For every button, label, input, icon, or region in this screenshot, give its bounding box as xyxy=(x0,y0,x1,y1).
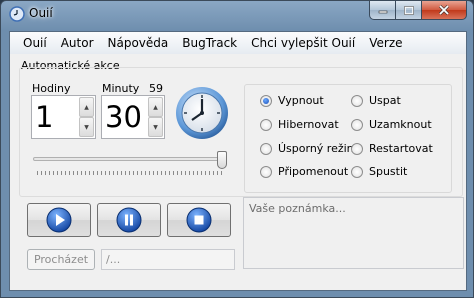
slider-track xyxy=(33,157,227,161)
minimize-button[interactable] xyxy=(369,1,396,20)
path-value: /... xyxy=(106,253,121,266)
hours-value: 1 xyxy=(35,100,54,134)
clock-icon xyxy=(176,87,228,139)
arrow-up-icon: ▲ xyxy=(84,103,89,111)
minimize-icon xyxy=(378,10,387,14)
menu-item-bugtrack[interactable]: BugTrack xyxy=(175,33,244,53)
clock-icon xyxy=(9,6,25,22)
stop-button[interactable] xyxy=(167,203,231,237)
slider-ticks xyxy=(37,171,223,175)
radio-usporny-rezim[interactable]: Úsporný režim xyxy=(260,142,357,155)
radio-label: Hibernovat xyxy=(278,118,339,131)
browse-button-label: Procházet xyxy=(33,253,89,266)
slider-thumb[interactable] xyxy=(217,151,227,169)
pause-button[interactable] xyxy=(97,203,161,237)
time-slider[interactable] xyxy=(33,151,228,177)
window-title: Ouií xyxy=(29,6,53,20)
radio-button[interactable] xyxy=(260,142,272,155)
radio-label: Spustit xyxy=(369,165,408,178)
radio-hibernovat[interactable]: Hibernovat xyxy=(260,118,339,131)
minutes-label: Minuty xyxy=(102,82,140,95)
radio-restartovat[interactable]: Restartovat xyxy=(351,142,433,155)
minutes-down-button[interactable]: ▼ xyxy=(148,117,163,137)
hours-up-button[interactable]: ▲ xyxy=(79,97,94,117)
menu-item-napoveda[interactable]: Nápověda xyxy=(101,33,176,53)
radio-label: Uspat xyxy=(369,94,401,107)
radio-uspat[interactable]: Uspat xyxy=(351,94,401,107)
menu-item-vylepsit[interactable]: Chci vylepšit Ouií xyxy=(244,33,362,53)
radio-label: Restartovat xyxy=(369,142,433,155)
stop-icon xyxy=(186,207,212,233)
hours-label: Hodiny xyxy=(32,82,71,95)
minutes-up-button[interactable]: ▲ xyxy=(148,97,163,117)
hours-stepper[interactable]: 1 ▲ ▼ xyxy=(31,95,96,139)
radio-button[interactable] xyxy=(260,165,272,178)
minutes-value: 30 xyxy=(105,100,142,134)
minutes-stepper[interactable]: 30 ▲ ▼ xyxy=(101,95,165,139)
path-field[interactable]: /... xyxy=(101,249,235,270)
arrow-down-icon: ▼ xyxy=(84,123,89,131)
note-textarea[interactable]: Vaše poznámka... xyxy=(243,197,464,269)
radio-pripomenout[interactable]: Připomenout xyxy=(260,165,348,178)
menu-item-autor[interactable]: Autor xyxy=(54,33,101,53)
menu-bar: Ouií Autor Nápověda BugTrack Chci vylepš… xyxy=(10,32,466,54)
maximize-icon xyxy=(403,5,414,15)
maximize-button[interactable] xyxy=(396,1,422,20)
radio-button[interactable] xyxy=(351,94,363,107)
radio-label: Připomenout xyxy=(278,165,349,178)
radio-label: Vypnout xyxy=(278,94,324,107)
radio-spustit[interactable]: Spustit xyxy=(351,165,407,178)
menu-item-ouii[interactable]: Ouií xyxy=(10,33,54,53)
action-options-panel: Vypnout Hibernovat Úsporný režim Připome… xyxy=(244,84,452,193)
app-window: Ouií Ouií Autor Nápověda BugTrack Chci v… xyxy=(0,0,474,298)
arrow-up-icon: ▲ xyxy=(153,103,158,111)
title-bar[interactable]: Ouií xyxy=(1,1,473,31)
radio-label: Uzamknout xyxy=(369,118,432,131)
hours-down-button[interactable]: ▼ xyxy=(79,117,94,137)
close-button[interactable] xyxy=(422,1,467,20)
pause-icon xyxy=(116,207,142,233)
radio-uzamknout[interactable]: Uzamknout xyxy=(351,118,432,131)
radio-button[interactable] xyxy=(260,118,272,131)
radio-button-selected[interactable] xyxy=(260,94,272,107)
browse-button[interactable]: Procházet xyxy=(27,249,95,270)
caption-buttons xyxy=(369,1,467,20)
radio-vypnout[interactable]: Vypnout xyxy=(260,94,324,107)
note-placeholder: Vaše poznámka... xyxy=(249,202,346,215)
radio-button[interactable] xyxy=(351,118,363,131)
radio-button[interactable] xyxy=(351,165,363,178)
minutes-counter: 59 xyxy=(149,82,163,95)
play-icon xyxy=(46,207,72,233)
close-icon xyxy=(438,5,450,15)
menu-item-verze[interactable]: Verze xyxy=(362,33,409,53)
arrow-down-icon: ▼ xyxy=(153,123,158,131)
radio-button[interactable] xyxy=(351,142,363,155)
play-button[interactable] xyxy=(27,203,91,237)
radio-label: Úsporný režim xyxy=(278,142,358,155)
